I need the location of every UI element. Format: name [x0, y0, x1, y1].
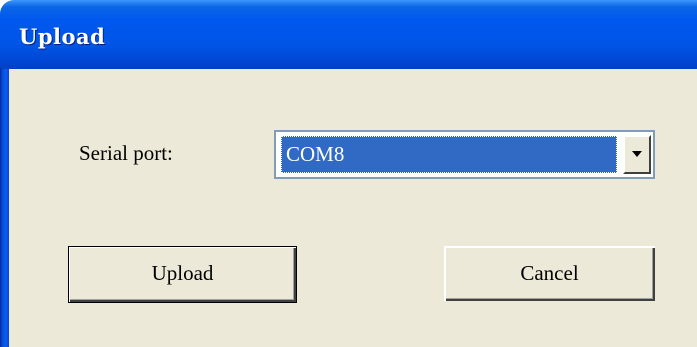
serial-port-selected-value[interactable]: COM8 — [281, 136, 617, 173]
serial-port-label: Serial port: — [79, 141, 173, 165]
chevron-down-icon — [632, 151, 642, 157]
window-title: Upload — [19, 24, 106, 49]
title-bar[interactable]: Upload — [0, 0, 697, 69]
window-frame-left — [0, 69, 9, 347]
dialog-body — [9, 69, 697, 347]
dropdown-button[interactable] — [623, 135, 651, 174]
upload-dialog: Upload Serial port: COM8 Upload Cancel — [0, 0, 697, 347]
cancel-button[interactable]: Cancel — [444, 246, 655, 301]
serial-port-select[interactable]: COM8 — [274, 130, 655, 179]
upload-button[interactable]: Upload — [68, 246, 297, 303]
